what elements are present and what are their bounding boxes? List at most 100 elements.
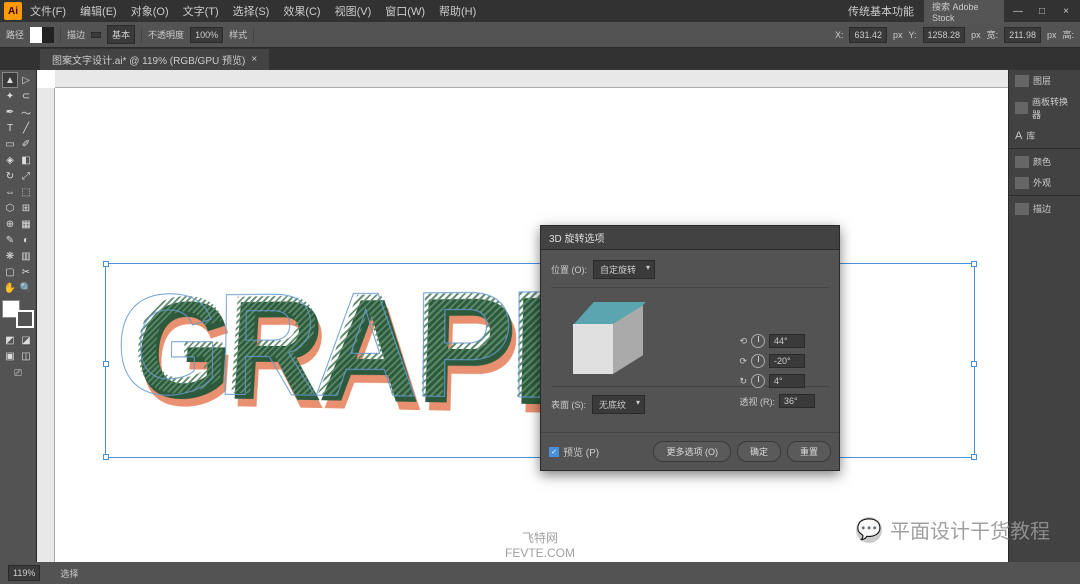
divider xyxy=(141,27,142,43)
screen-mode-icon[interactable]: ⎚ xyxy=(2,364,34,382)
options-bar: 路径 描边 基本 不透明度 100% 样式 X: 631.42 px Y: 12… xyxy=(0,22,1080,48)
gradient-mode-icon[interactable]: ◪ xyxy=(18,332,34,348)
preview-checkbox[interactable]: ✓ xyxy=(549,447,559,457)
brush-def[interactable]: 基本 xyxy=(107,25,135,44)
divider xyxy=(253,27,254,43)
menu-window[interactable]: 窗口(W) xyxy=(379,1,431,21)
position-dropdown[interactable]: 自定旋转 xyxy=(593,260,655,279)
menu-view[interactable]: 视图(V) xyxy=(329,1,378,21)
artboard-tool[interactable]: ▢ xyxy=(2,264,18,280)
menu-type[interactable]: 文字(T) xyxy=(177,1,225,21)
x-axis-dial[interactable] xyxy=(751,334,765,348)
mesh-tool[interactable]: ⊕ xyxy=(2,216,18,232)
menu-effect[interactable]: 效果(C) xyxy=(277,1,326,21)
blend-tool[interactable]: ◐ xyxy=(18,232,34,248)
transform-x[interactable]: 631.42 xyxy=(849,27,887,43)
transform-y[interactable]: 1258.28 xyxy=(923,27,966,43)
color-mode-icon[interactable]: ◩ xyxy=(2,332,18,348)
perspective-value[interactable]: 36° xyxy=(779,394,815,408)
y-axis-dial[interactable] xyxy=(751,354,765,368)
shaper-tool[interactable]: ◈ xyxy=(2,152,18,168)
menu-select[interactable]: 选择(S) xyxy=(227,1,276,21)
left-toolbar: ▲▷ ✦⊂ ✒〜 T╱ ▭✐ ◈◧ ↻⤢ ⇔⬚ ⬡⊞ ⊕▦ ✎◐ ❋▥ ▢✂ ✋… xyxy=(0,70,36,562)
pen-tool[interactable]: ✒ xyxy=(2,104,18,120)
magic-wand-tool[interactable]: ✦ xyxy=(2,88,18,104)
selection-tool[interactable]: ▲ xyxy=(2,72,18,88)
menu-file[interactable]: 文件(F) xyxy=(24,1,72,21)
zoom-tool[interactable]: 🔍 xyxy=(18,280,34,296)
tab-close-icon[interactable]: × xyxy=(251,54,257,65)
type-tool[interactable]: T xyxy=(2,120,18,136)
eraser-tool[interactable]: ◧ xyxy=(18,152,34,168)
dialog-title[interactable]: 3D 旋转选项 xyxy=(541,226,839,250)
menu-help[interactable]: 帮助(H) xyxy=(433,1,482,21)
rectangle-tool[interactable]: ▭ xyxy=(2,136,18,152)
panel-color[interactable]: 颜色 xyxy=(1009,151,1080,172)
axis-icon: ↻ xyxy=(740,376,748,387)
stroke-weight[interactable] xyxy=(91,32,101,38)
slice-tool[interactable]: ✂ xyxy=(18,264,34,280)
search-input[interactable]: 搜索 Adobe Stock xyxy=(924,0,1004,25)
ruler-horizontal[interactable] xyxy=(55,70,1008,88)
opacity-value[interactable]: 100% xyxy=(190,27,223,43)
minimize-button[interactable]: — xyxy=(1008,4,1028,18)
stroke-color[interactable] xyxy=(16,310,34,328)
hand-tool[interactable]: ✋ xyxy=(2,280,18,296)
graph-tool[interactable]: ▥ xyxy=(18,248,34,264)
panel-layers[interactable]: 图层 xyxy=(1009,70,1080,91)
px-suffix: px xyxy=(971,30,981,40)
eyedropper-tool[interactable]: ✎ xyxy=(2,232,18,248)
z-axis-dial[interactable] xyxy=(751,374,765,388)
transform-x-label: X: xyxy=(835,30,844,40)
lasso-tool[interactable]: ⊂ xyxy=(18,88,34,104)
zoom-level[interactable]: 119% xyxy=(8,565,40,581)
fill-stroke-swatch[interactable] xyxy=(2,300,34,328)
workspace-switcher[interactable]: 传统基本功能 xyxy=(842,1,920,21)
close-button[interactable]: × xyxy=(1056,4,1076,18)
draw-behind-icon[interactable]: ◫ xyxy=(18,348,34,364)
paintbrush-tool[interactable]: ✐ xyxy=(18,136,34,152)
menu-edit[interactable]: 编辑(E) xyxy=(74,1,123,21)
surface-dropdown[interactable]: 无底纹 xyxy=(592,395,645,414)
px-suffix: px xyxy=(893,30,903,40)
y-axis-value[interactable]: -20° xyxy=(769,354,805,368)
x-axis-value[interactable]: 44° xyxy=(769,334,805,348)
more-options-button[interactable]: 更多选项 (O) xyxy=(653,441,731,462)
ruler-vertical[interactable] xyxy=(37,88,55,562)
style-label: 样式 xyxy=(229,28,247,41)
free-transform-tool[interactable]: ⬚ xyxy=(18,184,34,200)
fill-swatch[interactable] xyxy=(30,27,54,43)
gradient-tool[interactable]: ▦ xyxy=(18,216,34,232)
menu-bar: Ai 文件(F) 编辑(E) 对象(O) 文字(T) 选择(S) 效果(C) 视… xyxy=(0,0,1080,22)
doc-tabs: 图案文字设计.ai* @ 119% (RGB/GPU 预览) × xyxy=(0,48,1080,70)
ok-button[interactable]: 确定 xyxy=(737,441,781,462)
maximize-button[interactable]: □ xyxy=(1032,4,1052,18)
rotate-tool[interactable]: ↻ xyxy=(2,168,18,184)
panel-appearance[interactable]: 外观 xyxy=(1009,172,1080,193)
artboard[interactable]: GRAPHIC GRAPHIC GRAPHIC GRAPHIC xyxy=(55,88,1008,562)
surface-label: 表面 (S): xyxy=(551,398,586,411)
symbol-sprayer-tool[interactable]: ❋ xyxy=(2,248,18,264)
panel-artboards[interactable]: 画板转换器 xyxy=(1009,91,1080,125)
panel-lib[interactable]: A库 xyxy=(1009,125,1080,146)
scale-tool[interactable]: ⤢ xyxy=(18,168,34,184)
right-panels: 图层 画板转换器 A库 颜色 外观 描边 xyxy=(1008,70,1080,562)
transform-w[interactable]: 211.98 xyxy=(1004,27,1041,43)
color-icon xyxy=(1015,156,1029,168)
z-axis-value[interactable]: 4° xyxy=(769,374,805,388)
rotation-preview-cube[interactable] xyxy=(565,302,645,382)
direct-selection-tool[interactable]: ▷ xyxy=(18,72,34,88)
perspective-tool[interactable]: ⊞ xyxy=(18,200,34,216)
panel-stroke[interactable]: 描边 xyxy=(1009,198,1080,219)
curvature-tool[interactable]: 〜 xyxy=(18,104,34,120)
opacity-label: 不透明度 xyxy=(148,28,184,41)
document-tab[interactable]: 图案文字设计.ai* @ 119% (RGB/GPU 预览) × xyxy=(40,49,269,70)
draw-normal-icon[interactable]: ▣ xyxy=(2,348,18,364)
width-tool[interactable]: ⇔ xyxy=(2,184,18,200)
canvas-viewport: GRAPHIC GRAPHIC GRAPHIC GRAPHIC xyxy=(36,70,1008,562)
line-tool[interactable]: ╱ xyxy=(18,120,34,136)
reset-button[interactable]: 重置 xyxy=(787,441,831,462)
menu-object[interactable]: 对象(O) xyxy=(125,1,175,21)
artwork-graphic[interactable]: GRAPHIC GRAPHIC GRAPHIC GRAPHIC xyxy=(95,258,975,458)
shape-builder-tool[interactable]: ⬡ xyxy=(2,200,18,216)
